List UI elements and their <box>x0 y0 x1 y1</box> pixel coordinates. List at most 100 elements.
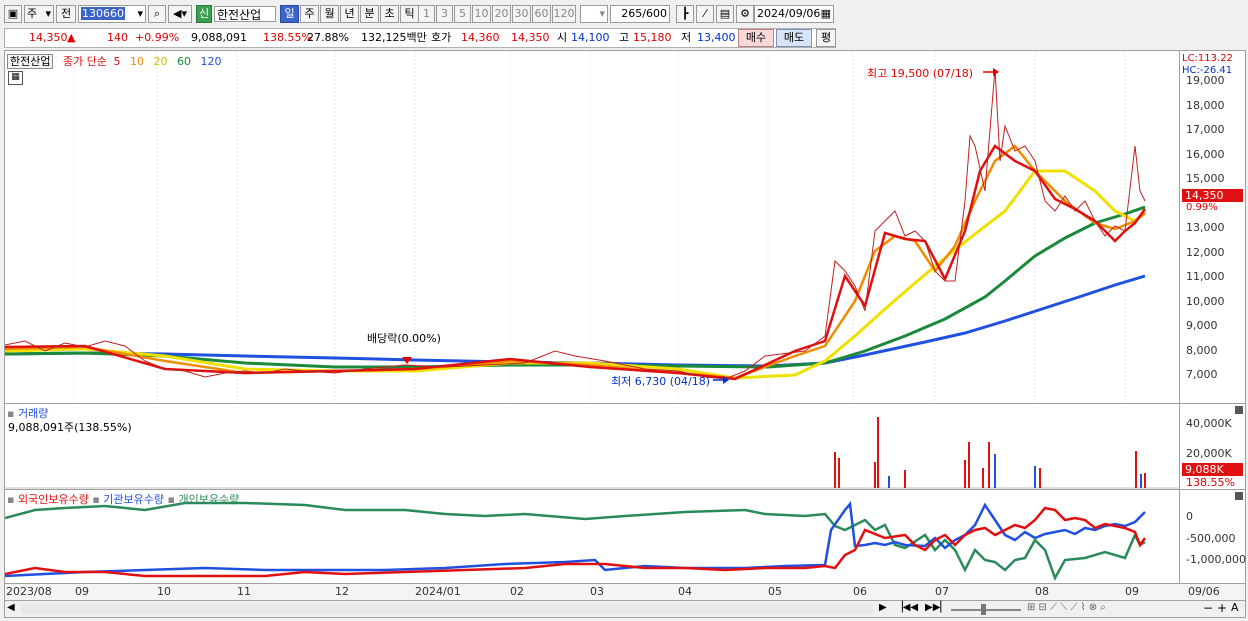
x-tick: 12 <box>335 585 349 598</box>
y-tick: 11,000 <box>1186 270 1225 283</box>
high-arrow-head <box>993 68 999 76</box>
prev-button[interactable]: 전 <box>56 5 76 23</box>
price-panel[interactable]: 한전산업 종가 단순 5 10 20 60 120 ▦ 최고 19,500 (0… <box>5 51 1179 403</box>
market-selector[interactable]: 주 ▾ <box>24 5 54 23</box>
x-tick: 02 <box>510 585 524 598</box>
interval-button-30[interactable]: 30 <box>512 5 531 23</box>
speaker-icon[interactable]: ◀▾ <box>168 5 192 23</box>
gear-icon[interactable]: ⚙ <box>736 5 754 23</box>
dividend-annotation: 배당락(0.00%) <box>367 332 441 345</box>
zoom-out-icon[interactable]: − <box>1203 601 1213 615</box>
period-tab-year[interactable]: 년 <box>340 5 359 23</box>
zoom-slider-handle[interactable] <box>981 604 986 615</box>
turnover-rate: 27.88% <box>307 31 349 44</box>
close-panel-icon[interactable] <box>1235 406 1243 414</box>
y-tick: 18,000 <box>1186 99 1225 112</box>
y-tick: 16,000 <box>1186 148 1225 161</box>
interval-button-1[interactable]: 1 <box>418 5 435 23</box>
toolbar-row-1: ▣ 주 ▾ 전 130660 ▾ ⌕ ◀▾ 신 한전산업 일 주 월 년 분 초 … <box>0 4 1248 26</box>
volume-current-pct: 138.55% <box>1186 476 1235 489</box>
volume-bars <box>834 417 1146 488</box>
x-tick: 03 <box>590 585 604 598</box>
individual-holdings-line <box>5 501 1146 582</box>
y-tick: 9,000 <box>1186 319 1218 332</box>
zoom-slider[interactable] <box>951 609 1021 611</box>
quote-label: 호가 <box>431 31 452 44</box>
low-annotation: 최저 6,730 (04/18) <box>611 375 711 388</box>
x-tick: 09/06 <box>1188 585 1220 598</box>
count-value: 265 <box>621 7 643 20</box>
low-label: 저 <box>681 31 692 44</box>
low-price: 13,400 <box>697 31 736 44</box>
close-panel-icon[interactable] <box>1235 492 1243 500</box>
toolbar-icons[interactable]: ⊞ ⊟ ⟋ ⟍ ⟋ ⌇ ⊗ ⌕ <box>1027 602 1106 613</box>
holdings-panel[interactable]: ▪ 외국인보유수량 ▪ 기관보유수량 ▪ 개인보유수량 <box>5 490 1179 583</box>
chevron-down-icon: ▾ <box>137 7 143 20</box>
candle-type-icon[interactable]: ┣ <box>676 5 694 23</box>
sell-button[interactable]: 매도 <box>776 29 812 47</box>
play-icon[interactable]: ▶▶▏ <box>925 602 948 613</box>
scroll-track[interactable] <box>21 604 873 614</box>
legend-ma10: 10 <box>129 55 144 68</box>
period-tab-day[interactable]: 일 <box>280 5 299 23</box>
font-size-icon[interactable]: A <box>1231 601 1239 614</box>
period-tab-second[interactable]: 초 <box>380 5 399 23</box>
holdings-legend: ▪ 외국인보유수량 ▪ 기관보유수량 ▪ 개인보유수량 <box>7 491 239 507</box>
change-value: 140 <box>107 31 128 44</box>
current-price: 14,350 <box>29 31 68 44</box>
ma120-line <box>5 274 1146 368</box>
first-page-icon[interactable]: ▕◀◀ <box>895 602 918 613</box>
period-tab-minute[interactable]: 분 <box>360 5 379 23</box>
x-tick: 09 <box>75 585 89 598</box>
count-total: /600 <box>642 7 667 20</box>
x-tick: 2023/08 <box>6 585 52 598</box>
date-field[interactable]: 2024/09/06 ▦ <box>754 5 834 23</box>
stock-badge: 신 <box>196 5 212 23</box>
period-tab-tick[interactable]: 틱 <box>400 5 419 23</box>
quote-strip: 14,350 ▲ 140 +0.99% 9,088,091 138.55% 27… <box>4 28 836 48</box>
x-tick: 07 <box>935 585 949 598</box>
interval-button-120[interactable]: 120 <box>552 5 576 23</box>
legend-square-icon: ▪ <box>7 493 15 506</box>
avg-button[interactable]: 평 <box>816 29 836 47</box>
period-tab-week[interactable]: 주 <box>300 5 319 23</box>
y-tick: 8,000 <box>1186 344 1218 357</box>
period-tab-month[interactable]: 월 <box>320 5 339 23</box>
stock-code-input[interactable]: 130660 ▾ <box>78 5 146 23</box>
x-tick: 08 <box>1035 585 1049 598</box>
grid-table-icon[interactable]: ▦ <box>8 71 23 85</box>
volume-panel[interactable]: ▪ 거래량 9,088,091주(138.55%) <box>5 404 1179 489</box>
interval-button-10[interactable]: 10 <box>472 5 491 23</box>
stock-tab[interactable]: 한전산업 <box>7 54 54 69</box>
volume-value: 9,088,091 <box>191 31 247 44</box>
stock-code-value: 130660 <box>81 7 125 20</box>
open-label: 시 <box>557 31 568 44</box>
zoom-in-icon[interactable]: + <box>1217 601 1227 615</box>
line-draw-icon[interactable]: ⁄ <box>696 5 714 23</box>
y-tick: 13,000 <box>1186 221 1225 234</box>
high-label: 고 <box>619 31 630 44</box>
interval-button-20[interactable]: 20 <box>492 5 511 23</box>
y-tick: -500,000 <box>1186 532 1236 545</box>
x-tick: 04 <box>678 585 692 598</box>
interval-button-5[interactable]: 5 <box>454 5 471 23</box>
search-icon[interactable]: ⌕ <box>148 5 166 23</box>
scroll-left-icon[interactable]: ◀ <box>7 602 15 613</box>
legend-ma5: 5 <box>113 55 121 68</box>
ask-price: 14,360 <box>461 31 500 44</box>
y-tick: 7,000 <box>1186 368 1218 381</box>
bottom-bar: ◀ ▶ ▕◀◀ ▶▶▏ ⊞ ⊟ ⟋ ⟍ ⟋ ⌇ ⊗ ⌕ − + A <box>4 600 1246 618</box>
count-field[interactable]: 265/600 <box>610 5 670 23</box>
legend-ma60: 60 <box>176 55 191 68</box>
window-icon[interactable]: ▣ <box>4 5 22 23</box>
save-icon[interactable]: ▤ <box>716 5 734 23</box>
interval-dropdown[interactable]: ▾ <box>580 5 608 23</box>
legend-individual: 개인보유수량 <box>178 493 240 506</box>
volume-chart <box>5 417 1179 489</box>
interval-button-3[interactable]: 3 <box>436 5 453 23</box>
market-selector-label: 주 <box>27 7 38 20</box>
scroll-right-icon[interactable]: ▶ <box>879 602 887 613</box>
interval-button-60[interactable]: 60 <box>532 5 551 23</box>
buy-button[interactable]: 매수 <box>738 29 774 47</box>
holdings-y-axis: 0 -500,000 -1,000,000 <box>1179 490 1246 583</box>
